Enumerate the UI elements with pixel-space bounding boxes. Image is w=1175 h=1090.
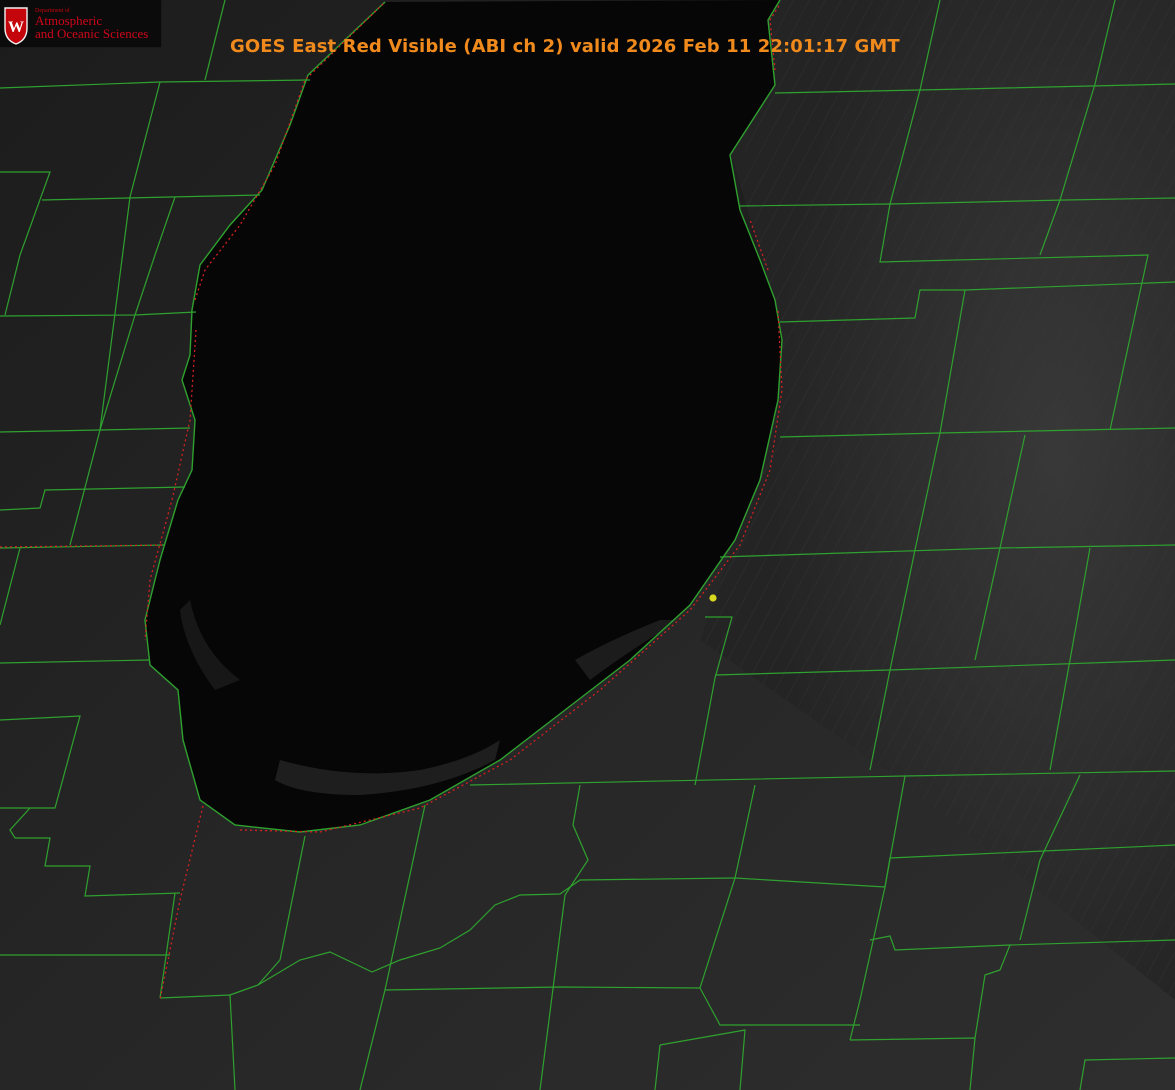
satellite-viewer: W Department of Atmospheric and Oceanic … <box>0 0 1175 1090</box>
satellite-map <box>0 0 1175 1090</box>
uw-crest-icon: W <box>4 7 28 45</box>
crest-letter: W <box>8 19 24 36</box>
image-title: GOES East Red Visible (ABI ch 2) valid 2… <box>230 36 900 57</box>
uw-aos-logo: W Department of Atmospheric and Oceanic … <box>0 0 162 48</box>
yellow-dot-icon <box>709 594 717 602</box>
logo-line-2: and Oceanic Sciences <box>35 26 149 41</box>
